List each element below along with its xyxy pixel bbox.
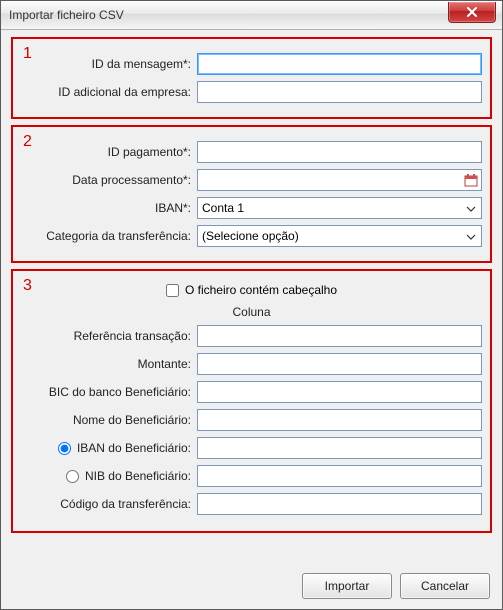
message-id-label: ID da mensagem*: [21,57,197,71]
amount-label: Montante: [21,357,197,371]
group-2: 2 ID pagamento*: Data processamento*: [11,125,492,263]
group-1-number: 1 [23,45,32,63]
group-3: 3 O ficheiro contém cabeçalho Coluna Ref… [11,269,492,533]
transfer-category-label: Categoria da transferência: [21,229,197,243]
processing-date-label: Data processamento*: [21,173,197,187]
chevron-down-icon [463,229,479,243]
beneficiary-bic-input[interactable] [197,381,482,403]
iban-combobox[interactable]: Conta 1 [197,197,482,219]
import-button[interactable]: Importar [302,573,392,599]
beneficiary-name-label: Nome do Beneficiário: [21,413,197,427]
transaction-ref-label: Referência transação: [21,329,197,343]
dialog-footer: Importar Cancelar [302,573,490,599]
calendar-icon[interactable] [464,173,478,187]
beneficiary-nib-radio[interactable] [66,470,79,483]
file-has-header-checkbox[interactable] [166,284,179,297]
cancel-button[interactable]: Cancelar [400,573,490,599]
transfer-code-input[interactable] [197,493,482,515]
file-has-header-label[interactable]: O ficheiro contém cabeçalho [185,283,337,297]
chevron-down-icon [463,201,479,215]
beneficiary-bic-label: BIC do banco Beneficiário: [21,385,197,399]
beneficiary-name-input[interactable] [197,409,482,431]
transfer-category-combobox[interactable]: (Selecione opção) [197,225,482,247]
iban-label: IBAN*: [21,201,197,215]
dialog-window: Importar ficheiro CSV 1 ID da mensagem*:… [0,0,503,610]
group-2-number: 2 [23,133,32,151]
column-header-label: Coluna [21,305,482,319]
close-icon [466,7,478,17]
beneficiary-iban-input[interactable] [197,437,482,459]
company-id-label: ID adicional da empresa: [21,85,197,99]
payment-id-input[interactable] [197,141,482,163]
window-title: Importar ficheiro CSV [9,8,448,22]
titlebar: Importar ficheiro CSV [1,1,502,30]
dialog-body: 1 ID da mensagem*: ID adicional da empre… [1,29,502,609]
transaction-ref-input[interactable] [197,325,482,347]
message-id-input[interactable] [197,53,482,75]
payment-id-label: ID pagamento*: [21,145,197,159]
processing-date-input[interactable] [197,169,482,191]
group-1: 1 ID da mensagem*: ID adicional da empre… [11,37,492,119]
amount-input[interactable] [197,353,482,375]
beneficiary-iban-radio[interactable] [58,442,71,455]
transfer-code-label: Código da transferência: [21,497,197,511]
beneficiary-nib-label: NIB do Beneficiário: [85,469,191,483]
close-button[interactable] [448,2,496,23]
company-id-input[interactable] [197,81,482,103]
beneficiary-iban-label: IBAN do Beneficiário: [77,441,191,455]
group-3-number: 3 [23,277,32,295]
beneficiary-nib-input[interactable] [197,465,482,487]
transfer-category-value: (Selecione opção) [202,229,463,243]
iban-value: Conta 1 [202,201,463,215]
